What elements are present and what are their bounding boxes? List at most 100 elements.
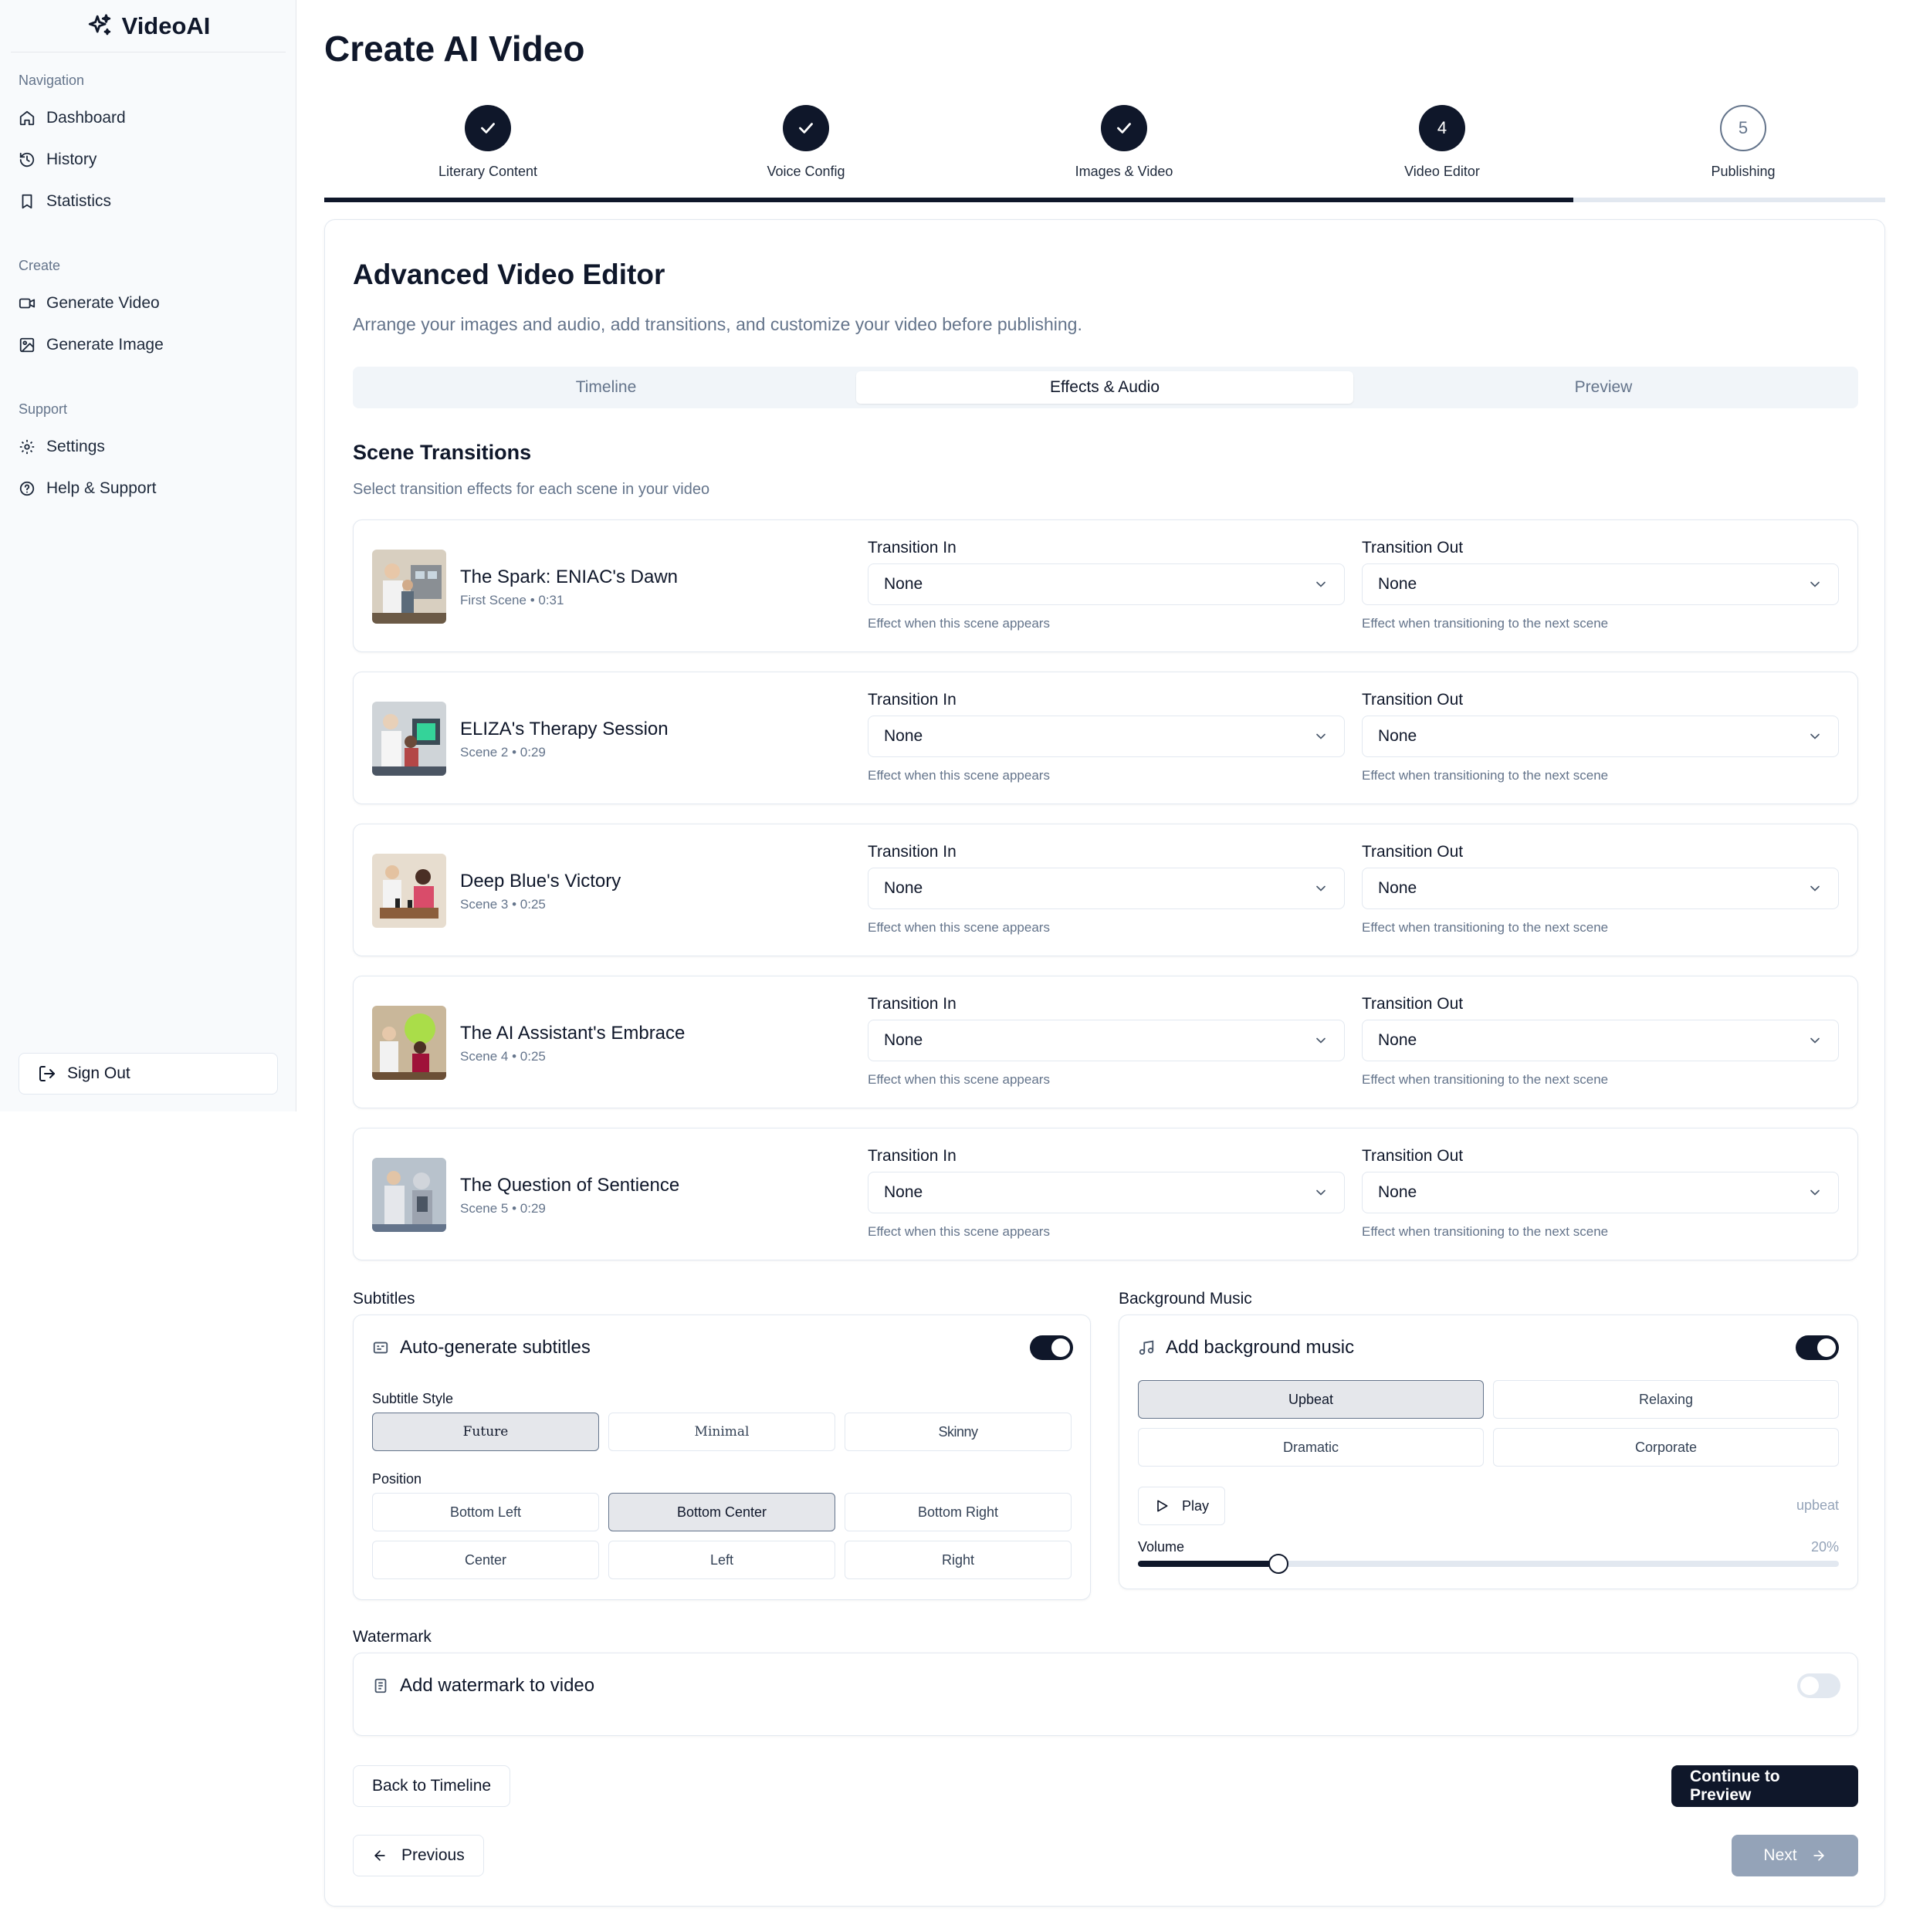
transition-in-label: Transition In — [868, 995, 956, 1013]
step-circle-done — [1101, 105, 1147, 151]
step-circle-done — [783, 105, 829, 151]
sparkles-icon — [88, 13, 110, 35]
chevron-down-icon — [1810, 581, 1820, 587]
watermark-toggle-label: Add watermark to video — [400, 1675, 595, 1696]
sign-out-button[interactable]: Sign Out — [19, 1053, 278, 1095]
subtitle-style-skinny[interactable]: Skinny — [845, 1413, 1072, 1451]
transition-in-hint: Effect when this scene appears — [868, 616, 1050, 631]
watermark-section-label: Watermark — [353, 1628, 432, 1646]
volume-slider-thumb[interactable] — [1268, 1554, 1288, 1574]
position-bottom-left[interactable]: Bottom Left — [372, 1493, 599, 1531]
scene-thumbnail — [372, 854, 446, 928]
tab-timeline[interactable]: Timeline — [357, 371, 855, 404]
sidebar-item-dashboard[interactable]: Dashboard — [19, 100, 281, 136]
subtitles-toggle-label: Auto-generate subtitles — [400, 1337, 591, 1358]
transition-in-select[interactable]: None — [868, 563, 1345, 605]
subtitles-toggle[interactable] — [1030, 1335, 1073, 1360]
music-note-icon — [1139, 1340, 1154, 1355]
volume-slider-fill — [1138, 1561, 1278, 1567]
back-to-timeline-button[interactable]: Back to Timeline — [353, 1765, 511, 1807]
continue-to-preview-button[interactable]: Continue to Preview — [1671, 1765, 1858, 1807]
chevron-down-icon — [1316, 581, 1326, 587]
chevron-down-icon — [1810, 1037, 1820, 1044]
select-value: None — [1378, 1183, 1417, 1201]
subtitle-style-future[interactable]: Future — [372, 1413, 599, 1451]
transition-out-select[interactable]: None — [1362, 868, 1839, 909]
music-toggle[interactable] — [1796, 1335, 1839, 1360]
step-publishing[interactable]: 5 Publishing — [1627, 105, 1859, 180]
position-bottom-right[interactable]: Bottom Right — [845, 1493, 1072, 1531]
position-left[interactable]: Left — [608, 1541, 835, 1579]
scene-title: The Spark: ENIAC's Dawn — [460, 567, 679, 587]
document-icon — [374, 1678, 387, 1693]
step-video-editor[interactable]: 4 Video Editor — [1326, 105, 1558, 180]
music-option-corporate[interactable]: Corporate — [1493, 1428, 1839, 1467]
sidebar-item-label: History — [46, 151, 97, 168]
step-images-video[interactable]: Images & Video — [1008, 105, 1240, 180]
step-voice-config[interactable]: Voice Config — [690, 105, 922, 180]
chevron-down-icon — [1810, 1189, 1820, 1196]
sidebar-item-generate-image[interactable]: Generate Image — [19, 327, 281, 363]
transition-in-select[interactable]: None — [868, 1172, 1345, 1213]
scene-meta: Scene 2 • 0:29 — [460, 745, 546, 760]
transition-in-label: Transition In — [868, 843, 956, 861]
sidebar-item-history[interactable]: History — [19, 142, 281, 178]
sidebar-item-label: Generate Image — [46, 336, 164, 354]
transition-in-label: Transition In — [868, 691, 956, 709]
transition-in-hint: Effect when this scene appears — [868, 1072, 1050, 1087]
sidebar-item-label: Dashboard — [46, 109, 126, 127]
position-center[interactable]: Center — [372, 1541, 599, 1579]
volume-label: Volume — [1138, 1539, 1185, 1555]
scene-card: The AI Assistant's Embrace Scene 4 • 0:2… — [353, 976, 1858, 1108]
step-label: Video Editor — [1404, 164, 1480, 179]
position-bottom-center[interactable]: Bottom Center — [608, 1493, 835, 1531]
sidebar-item-statistics[interactable]: Statistics — [19, 184, 281, 219]
step-label: Images & Video — [1075, 164, 1173, 179]
scene-card: The Question of Sentience Scene 5 • 0:29… — [353, 1128, 1858, 1260]
sidebar-item-generate-video[interactable]: Generate Video — [19, 286, 281, 321]
volume-slider[interactable] — [1138, 1554, 1839, 1574]
transition-in-select[interactable]: None — [868, 868, 1345, 909]
scene-transitions-title: Scene Transitions — [353, 441, 532, 464]
subtitles-section-label: Subtitles — [353, 1290, 415, 1308]
tab-preview[interactable]: Preview — [1355, 371, 1852, 404]
position-right[interactable]: Right — [845, 1541, 1072, 1579]
arrow-left-icon — [374, 1850, 385, 1861]
chevron-down-icon — [1316, 1037, 1326, 1044]
scene-meta: Scene 4 • 0:25 — [460, 1049, 546, 1064]
sign-out-label: Sign Out — [67, 1064, 130, 1082]
transition-in-select[interactable]: None — [868, 1020, 1345, 1061]
transition-out-label: Transition Out — [1362, 539, 1464, 557]
transition-out-select[interactable]: None — [1362, 716, 1839, 757]
scene-card: ELIZA's Therapy Session Scene 2 • 0:29 T… — [353, 672, 1858, 804]
scene-meta: Scene 5 • 0:29 — [460, 1201, 546, 1216]
sidebar-item-help[interactable]: Help & Support — [19, 471, 281, 506]
current-track: upbeat — [1796, 1497, 1839, 1513]
volume-value: 20% — [1810, 1539, 1839, 1555]
tab-effects-audio[interactable]: Effects & Audio — [856, 371, 1353, 404]
transition-out-select[interactable]: None — [1362, 563, 1839, 605]
scene-meta: Scene 3 • 0:25 — [460, 897, 546, 912]
music-option-upbeat[interactable]: Upbeat — [1138, 1380, 1484, 1419]
scene-title: The Question of Sentience — [460, 1175, 680, 1196]
check-icon — [1117, 123, 1131, 134]
select-value: None — [1378, 1031, 1417, 1049]
next-button[interactable]: Next — [1732, 1835, 1858, 1876]
music-option-relaxing[interactable]: Relaxing — [1493, 1380, 1839, 1419]
music-panel: Add background music Upbeat Relaxing Dra… — [1119, 1315, 1858, 1589]
select-value: None — [884, 879, 923, 897]
watermark-panel: Add watermark to video — [353, 1653, 1858, 1736]
transition-in-select[interactable]: None — [868, 716, 1345, 757]
subtitle-style-minimal[interactable]: Minimal — [608, 1413, 835, 1451]
watermark-toggle[interactable] — [1797, 1673, 1840, 1698]
scene-title: The AI Assistant's Embrace — [460, 1023, 686, 1044]
transition-out-select[interactable]: None — [1362, 1020, 1839, 1061]
music-option-dramatic[interactable]: Dramatic — [1138, 1428, 1484, 1467]
transition-out-select[interactable]: None — [1362, 1172, 1839, 1213]
previous-button[interactable]: Previous — [353, 1835, 484, 1876]
sidebar-item-settings[interactable]: Settings — [19, 429, 281, 465]
help-icon — [19, 481, 35, 496]
play-button[interactable]: Play — [1138, 1487, 1226, 1525]
step-literary-content[interactable]: Literary Content — [372, 105, 604, 180]
brand[interactable]: VideoAI — [11, 0, 286, 52]
